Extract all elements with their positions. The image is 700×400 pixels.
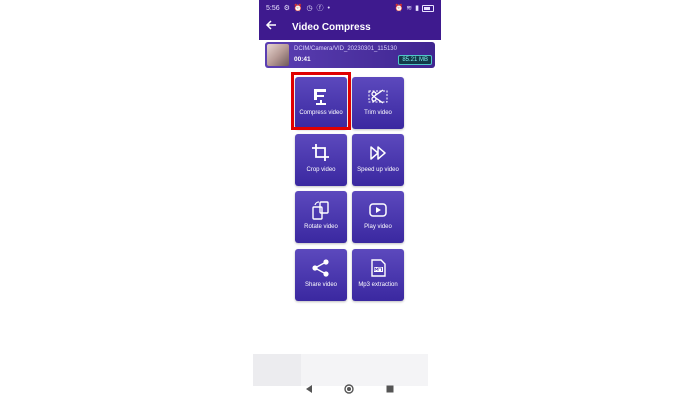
video-duration: 00:41 (294, 56, 311, 63)
status-notification-icons: ⚙ ⏰ ◷ ⓕ • (283, 5, 331, 12)
fast-forward-icon (370, 146, 386, 160)
speed-up-video-button[interactable]: Speed up video (352, 134, 404, 186)
alarm-status-icon: ⏰ (394, 5, 404, 12)
page-title: Video Compress (292, 22, 371, 33)
trim-video-label: Trim video (364, 110, 392, 116)
scissors-icon (368, 89, 388, 104)
status-time: 5:56 (266, 4, 280, 12)
crop-video-button[interactable]: Crop video (295, 134, 347, 186)
speed-up-video-label: Speed up video (357, 167, 399, 173)
back-triangle-icon[interactable] (304, 384, 314, 394)
phone-screen: 5:56 ⚙ ⏰ ◷ ⓕ • ⏰ ≋ ▮ Video Compress DCIM… (259, 0, 441, 400)
ad-strip-left (253, 354, 301, 386)
mp3-icon (371, 259, 386, 277)
battery-icon (422, 4, 434, 12)
video-thumbnail (267, 44, 289, 66)
video-path: DCIM/Camera/VID_20230301_115130 (294, 46, 397, 52)
wifi-icon: ≋ (406, 5, 413, 12)
mp3-extraction-label: Mp3 extraction (358, 282, 398, 288)
signal-icon: ▮ (415, 5, 419, 12)
rotate-icon (312, 201, 329, 220)
share-video-button[interactable]: Share video (295, 249, 347, 301)
play-video-label: Play video (364, 224, 392, 230)
crop-icon (312, 144, 329, 161)
home-circle-icon[interactable] (344, 384, 354, 394)
trim-video-button[interactable]: Trim video (352, 77, 404, 129)
status-bar: 5:56 ⚙ ⏰ ◷ ⓕ • ⏰ ≋ ▮ (266, 3, 434, 13)
crop-video-label: Crop video (306, 167, 336, 173)
mp3-extraction-button[interactable]: Mp3 extraction (352, 249, 404, 301)
play-icon (369, 203, 387, 217)
app-bar: 5:56 ⚙ ⏰ ◷ ⓕ • ⏰ ≋ ▮ Video Compress (259, 0, 441, 40)
share-icon (312, 259, 329, 277)
highlight-box (291, 72, 351, 130)
ad-strip (253, 354, 428, 386)
video-file-card: DCIM/Camera/VID_20230301_115130 00:41 85… (265, 42, 435, 68)
video-size-badge: 85.21 MB (398, 55, 432, 65)
play-video-button[interactable]: Play video (352, 191, 404, 243)
status-system-icons: ⏰ ≋ ▮ (395, 4, 434, 12)
recents-square-icon[interactable] (385, 384, 395, 394)
rotate-video-label: Rotate video (304, 224, 338, 230)
rotate-video-button[interactable]: Rotate video (295, 191, 347, 243)
share-video-label: Share video (304, 282, 338, 288)
arrow-back-icon[interactable] (265, 19, 279, 33)
